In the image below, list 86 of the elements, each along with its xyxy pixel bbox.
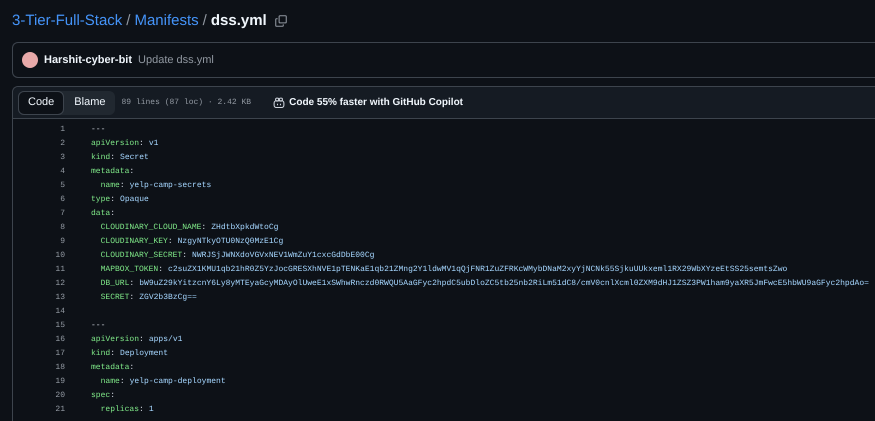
yaml-value: c2suZX1KMU1qb21hR0Z5YzJocGRESXhNVE1pTENKaE1qb21ZMng2Y1ldwMV1qQjFNR1ZuZFRKcWMybDNaM2xyYjNCNk55SjkuUUkxeml1RX29WbXYzeEtSS25semtsZwo [168,264,788,276]
yaml-value: bW9uZ29kYitzcnY6Ly8yMTEyaGcyMDAyOlUweE1xSWhwRnczd0RWQU5AaGFyc2hpdC5ubDloZC5tb25nb2RiLm51dC8/cmV0cnlXcml0ZXM9dHJ1ZSZ3PW1ham9yaXR5JmFwcE5hbWU9aGFyc2hpdAo= [139,278,869,290]
copilot-link[interactable]: Code 55% faster with GitHub Copilot [289,95,464,110]
colon: : [110,194,116,206]
yaml-value: 1 [148,404,154,416]
yaml-key: SECRET [91,292,130,304]
colon: : [182,250,188,262]
colon: : [201,222,206,234]
yaml-key: type [91,194,110,206]
yaml-key: CLOUDINARY_SECRET [91,250,182,262]
colon: : [139,404,144,416]
line-number: 13 [54,292,65,304]
line-number: 14 [54,306,65,318]
line-number: 11 [54,264,65,276]
yaml-key: CLOUDINARY_CLOUD_NAME [91,222,202,234]
yaml-key: replicas [91,404,140,416]
breadcrumb-link[interactable]: Manifests [134,10,199,32]
yaml-value: Secret [120,152,149,164]
yaml-key: kind [91,152,110,164]
colon: : [110,208,116,220]
yaml-key: CLOUDINARY_KEY [91,236,168,248]
line-number: 19 [54,376,65,388]
line-number: 7 [59,208,65,220]
yaml-key: MAPBOX_TOKEN [91,264,158,276]
line-number: 12 [54,278,65,290]
yaml-key: data [91,208,110,220]
copilot-icon[interactable] [273,96,286,108]
colon: : [120,376,125,388]
colon: : [110,152,116,164]
yaml-value: v1 [148,138,158,150]
yaml-value: yelp-camp-deployment [130,376,226,388]
yaml-key: name [91,180,120,192]
document-marker: --- [91,124,106,136]
yaml-key: DB_URL [91,278,130,290]
view-tab[interactable]: Code [18,90,64,114]
line-number: 8 [59,222,65,234]
yaml-value: ZGV2b3BzCg== [139,292,197,304]
colon: : [129,292,134,304]
document-marker: --- [91,320,106,332]
line-number: 2 [59,138,65,150]
yaml-key: metadata [91,166,130,178]
colon: : [139,138,144,150]
view-tab[interactable]: Blame [64,90,116,114]
line-number: 16 [54,334,65,346]
breadcrumb-separator: / [202,10,207,31]
colon: : [158,264,164,276]
yaml-value: apps/v1 [148,334,182,346]
line-number: 20 [54,390,65,402]
line-number: 4 [59,166,65,178]
breadcrumb-link[interactable]: 3-Tier-Full-Stack [12,10,122,32]
line-number: 6 [59,194,65,206]
yaml-value: yelp-camp-secrets [130,180,212,192]
line-number: 3 [59,152,65,164]
line-number: 5 [59,180,65,192]
line-number: 1 [59,124,65,136]
breadcrumb-separator: / [126,10,130,31]
yaml-value: ZHdtbXpkdWtoCg [211,222,278,234]
colon: : [120,180,125,192]
yaml-key: kind [91,348,110,360]
colon: : [129,166,134,178]
copy-icon[interactable] [274,15,287,27]
yaml-value: NzgyNTkyOTU0NzQ0MzE1Cg [178,236,284,248]
line-number: 9 [59,236,65,248]
line-number: 10 [54,250,65,262]
yaml-value: NWRJSjJWNXdoVGVxNEV1WmZuY1cxcGdDbE00Cg [192,250,374,262]
yaml-key: apiVersion [91,138,140,150]
commit-author[interactable]: Harshit-cyber-bit [44,52,132,68]
colon: : [110,348,116,360]
colon: : [168,236,173,248]
file-name: dss.yml [210,10,267,31]
yaml-key: metadata [91,362,130,374]
colon: : [129,278,134,290]
file-info: 89 lines (87 loc) · 2.42 KB [121,96,252,108]
yaml-key: apiVersion [91,334,140,346]
line-number: 18 [54,362,65,374]
line-number: 21 [54,404,65,416]
line-number: 17 [54,348,65,360]
commit-message[interactable]: Update dss.yml [138,52,214,68]
yaml-key: name [91,376,120,388]
colon: : [139,334,144,346]
line-number: 15 [54,320,65,332]
yaml-value: Deployment [120,348,168,360]
colon: : [110,390,116,402]
colon: : [129,362,134,374]
yaml-key: spec [91,390,110,402]
yaml-value: Opaque [120,194,149,206]
